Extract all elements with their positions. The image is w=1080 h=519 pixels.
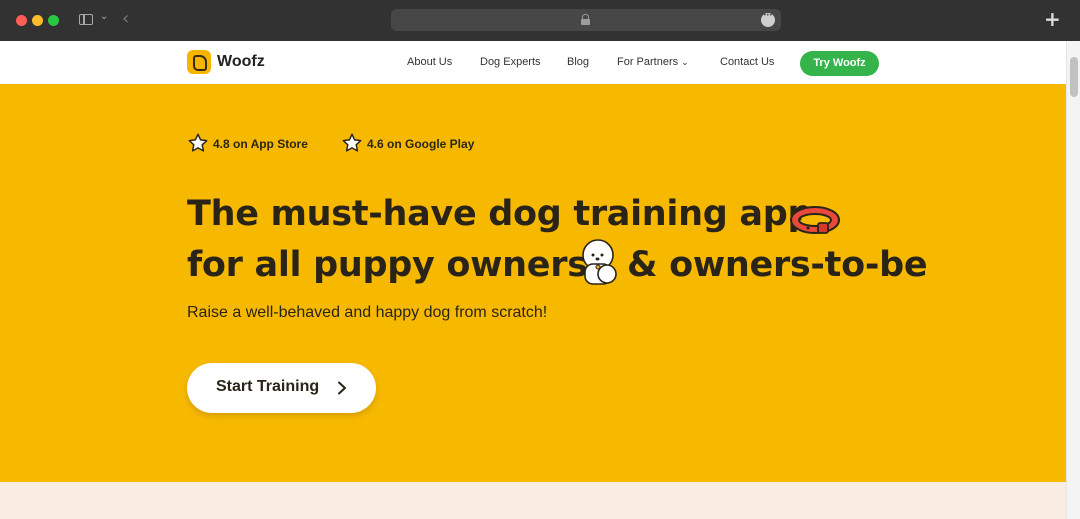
nav-for-partners[interactable]: For Partners ⌄ <box>617 56 689 68</box>
hero-section: 4.8 on App Store 4.6 on Google Play The … <box>0 84 1066 482</box>
start-training-label: Start Training <box>216 378 320 395</box>
hero-subtitle: Raise a well-behaved and happy dog from … <box>187 304 548 321</box>
star-icon <box>342 133 362 152</box>
more-icon[interactable] <box>761 12 775 27</box>
next-section <box>0 482 1066 519</box>
woofz-logo-icon[interactable] <box>187 50 211 74</box>
lock-icon <box>581 14 590 25</box>
page-viewport: Woofz About Us Dog Experts Blog For Part… <box>0 41 1080 519</box>
nav-blog[interactable]: Blog <box>567 56 589 68</box>
headline-line-2-part-2: & owners-to-be <box>627 245 928 285</box>
minimize-window-button[interactable] <box>32 15 43 26</box>
scrollbar-thumb[interactable] <box>1070 57 1078 97</box>
headline-line-1: The must-have dog training app <box>187 194 813 234</box>
chevron-down-icon[interactable]: ⌄ <box>100 11 108 22</box>
dog-collar-icon <box>790 206 840 234</box>
back-icon[interactable]: ‹ <box>122 8 129 29</box>
chevron-right-icon <box>338 381 346 395</box>
try-woofz-button[interactable]: Try Woofz <box>800 51 879 76</box>
star-icon <box>188 133 208 152</box>
site-header: Woofz About Us Dog Experts Blog For Part… <box>0 41 1066 84</box>
sidebar-toggle-icon[interactable] <box>79 14 93 25</box>
rating-label: 4.8 on App Store <box>213 137 308 151</box>
start-training-button[interactable]: Start Training <box>187 363 376 413</box>
rating-label: 4.6 on Google Play <box>367 137 475 151</box>
nav-dog-experts[interactable]: Dog Experts <box>480 56 541 68</box>
nav-about-us[interactable]: About Us <box>407 56 452 68</box>
address-bar[interactable] <box>391 9 781 31</box>
dog-icon <box>582 239 617 285</box>
logo-text[interactable]: Woofz <box>217 53 265 71</box>
nav-contact-us[interactable]: Contact Us <box>720 56 774 68</box>
nav-for-partners-label: For Partners <box>617 56 679 68</box>
page-scrollbar[interactable] <box>1066 41 1080 519</box>
plus-icon[interactable]: + <box>1044 7 1061 31</box>
chevron-down-icon: ⌄ <box>681 57 689 67</box>
zoom-window-button[interactable] <box>48 15 59 26</box>
close-window-button[interactable] <box>16 15 27 26</box>
browser-toolbar: ⌄ ‹ + <box>0 0 1080 41</box>
headline-line-2-part-1: for all puppy owners <box>187 245 588 285</box>
